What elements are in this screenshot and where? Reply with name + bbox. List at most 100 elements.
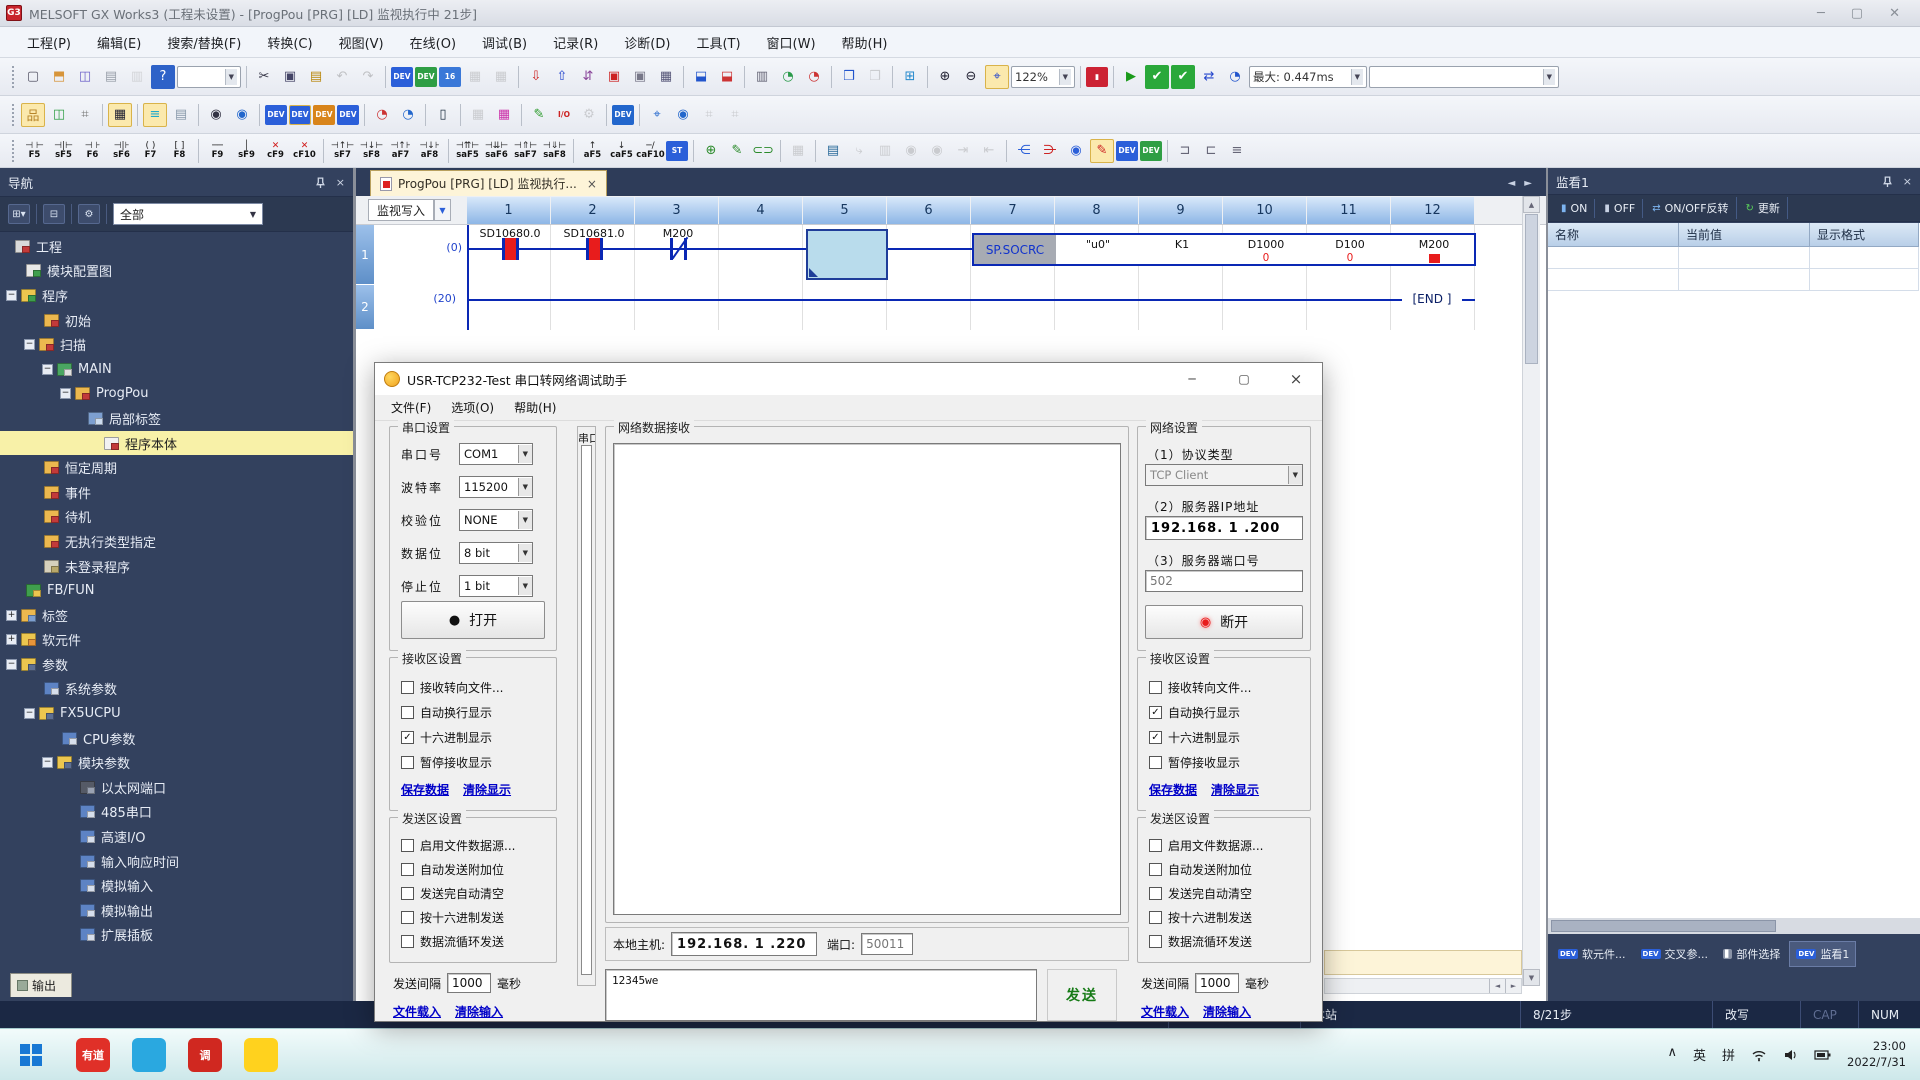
realtime-monitor-icon[interactable]: ◔ (802, 65, 826, 89)
watch-on-button[interactable]: ▮ON (1554, 199, 1595, 218)
ladder-vertical-scrollbar[interactable]: ▲ ▼ (1522, 196, 1540, 986)
checkbox-row[interactable]: 自动换行显示 (401, 704, 503, 721)
checkbox[interactable] (401, 731, 414, 744)
device-find-icon[interactable]: ◉ (1064, 139, 1088, 163)
plc-data-icon[interactable]: ▦ (654, 65, 678, 89)
device-eye-icon[interactable]: DEV (612, 105, 634, 125)
checkbox-row[interactable]: 自动发送附加位 (401, 861, 515, 878)
checkbox-row[interactable]: 暂停接收显示 (1149, 754, 1251, 771)
pin-icon[interactable] (1882, 176, 1893, 187)
checkbox[interactable] (1149, 756, 1162, 769)
pulse-ne-branch-tool[interactable]: ⊣⇑⊢saF7 (512, 136, 539, 165)
tree-item[interactable]: − MAIN (0, 357, 353, 382)
checkbox-row[interactable]: 启用文件数据源... (1149, 837, 1263, 854)
coil-tool[interactable]: ( )F7 (137, 136, 164, 165)
extra-combo[interactable] (1369, 66, 1559, 88)
protocol-type-combo[interactable]: TCP Client (1145, 464, 1303, 486)
menu-item[interactable]: 工程(P) (14, 29, 84, 56)
device-write-icon[interactable]: DEV (391, 67, 413, 87)
window-close-button[interactable]: ✕ (1889, 6, 1900, 21)
tree-item[interactable]: 恒定周期 (0, 455, 353, 480)
convert-icon[interactable]: ✔ (1145, 65, 1169, 89)
tree-item[interactable]: 系统参数 (0, 677, 353, 702)
vertical-line-tool[interactable]: │sF9 (233, 136, 260, 165)
align-list-icon[interactable]: ≡ (1225, 139, 1249, 163)
zoom-in-icon[interactable]: ⊕ (933, 65, 957, 89)
tab-cross-reference[interactable]: DEV交叉参... (1635, 942, 1715, 966)
tree-item[interactable]: − 程序 (0, 283, 353, 308)
tree-expand-box[interactable]: − (6, 290, 17, 301)
serial-setting-combo[interactable]: 115200 (459, 476, 533, 498)
watch-clock-icon[interactable]: ◔ (370, 103, 394, 127)
tray-ime-icon[interactable]: 拼 (1722, 1045, 1735, 1064)
open-project-icon[interactable]: ⬒ (47, 65, 71, 89)
instruction-box[interactable]: SP.SOCRC "u0" K1 D1000 0 D100 0 M200 (972, 233, 1476, 266)
menu-item[interactable]: 记录(R) (540, 29, 611, 56)
save-data-link[interactable]: 保存数据 (401, 781, 449, 798)
checkbox-row[interactable]: 数据流循环发送 (1149, 933, 1263, 950)
insert-row-icon[interactable]: ⊕ (699, 139, 723, 163)
open-branch-tool[interactable]: ⊣ ⊦F6 (79, 136, 106, 165)
wire-branch-icon[interactable]: ⋲ (1012, 139, 1036, 163)
tree-item[interactable]: − 参数 (0, 652, 353, 677)
indent-gray-icon[interactable]: ⇥ (951, 139, 975, 163)
local-host-ip[interactable]: 192.168. 1 .220 (671, 932, 817, 956)
checkbox[interactable] (401, 839, 414, 852)
checkbox-row[interactable]: 接收转向文件... (401, 679, 503, 696)
save-project-icon[interactable]: ◫ (73, 65, 97, 89)
tree-item[interactable]: 模块配置图 (0, 259, 353, 284)
scrollbar-thumb[interactable] (1551, 920, 1776, 932)
menu-item[interactable]: 帮助(H) (829, 29, 901, 56)
pulse-rising-branch-tool[interactable]: ⊣↑⊦aF7 (387, 136, 414, 165)
element-selection-icon[interactable]: ▦ (108, 103, 132, 127)
tree-item[interactable]: 未登录程序 (0, 554, 353, 579)
dialog-minimize-button[interactable]: ─ (1166, 363, 1218, 395)
toolbar-grip[interactable] (12, 104, 16, 126)
checkbox-row[interactable]: 十六进制显示 (401, 729, 503, 746)
application-instruction-tool[interactable]: [ ]F8 (166, 136, 193, 165)
outdent-gray-icon[interactable]: ⇤ (977, 139, 1001, 163)
device-gray-icon[interactable]: ▦ (463, 65, 487, 89)
tree-expand-box[interactable]: − (42, 757, 53, 768)
device-add-icon[interactable]: DEV (1140, 141, 1162, 161)
open-port-button[interactable]: ● 打开 (401, 601, 545, 639)
pin-icon[interactable] (315, 177, 326, 188)
tree-item[interactable]: 模拟输入 (0, 873, 353, 898)
undo-icon[interactable]: ↶ (330, 65, 354, 89)
window-gray-icon[interactable]: ❒ (863, 65, 887, 89)
checkbox[interactable] (1149, 935, 1162, 948)
note-gray-icon[interactable]: ▥ (873, 139, 897, 163)
tree-item[interactable]: + 标签 (0, 603, 353, 628)
dialog-menu-item[interactable]: 文件(F) (381, 396, 441, 419)
simulation-start-icon[interactable]: ▶ (1119, 65, 1143, 89)
checkbox-row[interactable]: 自动换行显示 (1149, 704, 1251, 721)
jump-gray-icon[interactable]: ⤷ (847, 139, 871, 163)
tree-item[interactable]: 高速I/O (0, 824, 353, 849)
find-gray-icon[interactable]: ◉ (899, 139, 923, 163)
menu-item[interactable]: 编辑(E) (84, 29, 154, 56)
new-project-icon[interactable]: ▢ (21, 65, 45, 89)
file-load-link[interactable]: 文件载入 (1141, 1003, 1189, 1020)
checkbox-row[interactable]: 十六进制显示 (1149, 729, 1251, 746)
device-replace-icon[interactable]: DEV (337, 105, 359, 125)
checkbox[interactable] (401, 681, 414, 694)
watch-cell[interactable] (1679, 247, 1810, 269)
checkbox[interactable] (1149, 863, 1162, 876)
write-to-plc-icon[interactable]: ⇩ (524, 65, 548, 89)
checkbox[interactable] (401, 863, 414, 876)
falling-tool[interactable]: ↓caF5 (608, 136, 635, 165)
checkbox-row[interactable]: 启用文件数据源... (401, 837, 515, 854)
device-read-icon[interactable]: DEV (415, 67, 437, 87)
monitor-mode-arrow-icon[interactable]: ▼ (434, 199, 451, 221)
checkbox-row[interactable]: 自动发送附加位 (1149, 861, 1263, 878)
watch-update-button[interactable]: ↻更新 (1739, 197, 1788, 219)
watch-cell[interactable] (1548, 269, 1679, 291)
watch-window-icon[interactable]: ▥ (750, 65, 774, 89)
clear-input-link[interactable]: 清除输入 (455, 1003, 503, 1020)
rising-tool[interactable]: ↑aF5 (579, 136, 606, 165)
serial-setting-combo[interactable]: COM1 (459, 443, 533, 465)
menu-item[interactable]: 窗口(W) (754, 29, 829, 56)
h-gray-icon[interactable]: ⌗ (697, 103, 721, 127)
h-gray2-icon[interactable]: ⌗ (723, 103, 747, 127)
tree-expand-box[interactable]: − (6, 659, 17, 670)
